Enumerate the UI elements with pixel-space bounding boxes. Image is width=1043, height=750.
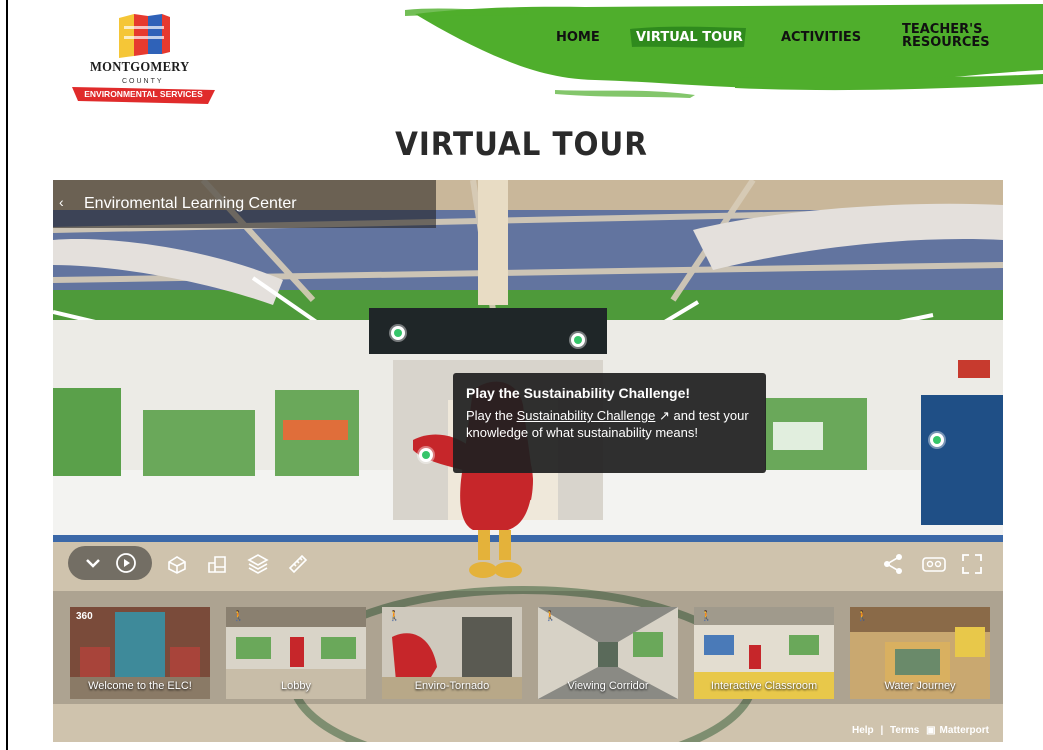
tour-title: Enviromental Learning Center: [84, 195, 297, 212]
building-logo-icon: [119, 14, 170, 58]
external-link-icon: ↗: [658, 408, 670, 423]
virtual-tour-viewer[interactable]: ‹ Enviromental Learning Center Play the …: [53, 180, 1003, 742]
walk-icon: 🚶: [388, 611, 401, 622]
nav-teachers-resources[interactable]: TEACHER'S RESOURCES: [902, 23, 990, 49]
nav-activities[interactable]: ACTIVITIES: [781, 31, 861, 44]
highlight-reel: 360 Welcome to the ELC! 🚶 Lobby 🚶 Enviro…: [53, 591, 1003, 704]
footer-separator: |: [880, 725, 884, 736]
vr-headset-icon[interactable]: [921, 554, 947, 574]
viewer-footer: Help | Terms ▣ Matterport: [848, 725, 989, 736]
thumbnail-label: Enviro-Tornado: [414, 680, 490, 692]
terms-link[interactable]: Terms: [890, 725, 919, 736]
thumbnail-label: Lobby: [281, 680, 311, 692]
thumbnail-label: Viewing Corridor: [567, 680, 649, 692]
nav-virtual-tour[interactable]: VIRTUAL TOUR: [636, 31, 743, 44]
walk-icon: 🚶: [856, 611, 869, 622]
hotspot-tag[interactable]: [419, 448, 433, 462]
nav-brush-background: [405, 4, 1043, 98]
measure-icon[interactable]: [287, 553, 309, 575]
tooltip-title: Play the Sustainability Challenge!: [466, 385, 691, 401]
floors-icon[interactable]: [247, 552, 269, 576]
logo-ribbon: ENVIRONMENTAL SERVICES: [72, 87, 215, 104]
help-link[interactable]: Help: [852, 725, 874, 736]
play-icon[interactable]: [115, 552, 137, 574]
share-icon[interactable]: [882, 553, 904, 575]
logo-ribbon-text: ENVIRONMENTAL SERVICES: [84, 89, 203, 99]
matterport-logo-icon: ▣: [926, 725, 936, 736]
walk-icon: 🚶: [700, 611, 713, 622]
logo-county: COUNTY: [122, 78, 164, 85]
sustainability-challenge-link[interactable]: Sustainability Challenge: [517, 408, 656, 423]
matterport-link[interactable]: Matterport: [940, 725, 989, 736]
thumbnail-water-journey[interactable]: 🚶 Water Journey: [850, 607, 990, 699]
hotspot-tooltip: Play the Sustainability Challenge! Play …: [453, 373, 766, 473]
thumbnail-welcome[interactable]: 360 Welcome to the ELC!: [70, 607, 210, 699]
hotspot-tag[interactable]: [391, 326, 405, 340]
back-icon[interactable]: ‹: [59, 194, 64, 210]
left-border: [6, 0, 8, 750]
tour-header: ‹ Enviromental Learning Center: [53, 180, 436, 228]
fullscreen-icon[interactable]: [961, 553, 983, 575]
hotspot-tag[interactable]: [571, 333, 585, 347]
playback-control-group: [68, 546, 152, 580]
thumbnail-label: Welcome to the ELC!: [88, 680, 192, 692]
thumbnail-lobby[interactable]: 🚶 Lobby: [226, 607, 366, 699]
floor-plan-icon[interactable]: [206, 553, 228, 575]
logo-name: MONTGOMERY: [90, 60, 190, 75]
hotspot-tag[interactable]: [930, 433, 944, 447]
page-title: VIRTUAL TOUR: [395, 125, 648, 163]
thumbnail-enviro-tornado[interactable]: 🚶 Enviro-Tornado: [382, 607, 522, 699]
tooltip-body: Play the Sustainability Challenge ↗ and …: [466, 407, 756, 441]
nav-home[interactable]: HOME: [556, 31, 600, 44]
tooltip-body-prefix: Play the: [466, 408, 517, 423]
chevron-down-icon[interactable]: [83, 553, 103, 573]
walk-icon: 🚶: [232, 611, 245, 622]
panorama-360-icon: 360: [76, 611, 93, 622]
dollhouse-view-icon[interactable]: [166, 553, 188, 575]
thumbnail-interactive-classroom[interactable]: 🚶 Interactive Classroom: [694, 607, 834, 699]
walk-icon: 🚶: [544, 611, 557, 622]
thumbnail-viewing-corridor[interactable]: 🚶 Viewing Corridor: [538, 607, 678, 699]
thumbnail-label: Interactive Classroom: [710, 680, 818, 692]
thumbnail-label: Water Journey: [884, 680, 956, 692]
montgomery-logo[interactable]: MONTGOMERY COUNTY ENVIRONMENTAL SERVICES: [72, 12, 217, 104]
